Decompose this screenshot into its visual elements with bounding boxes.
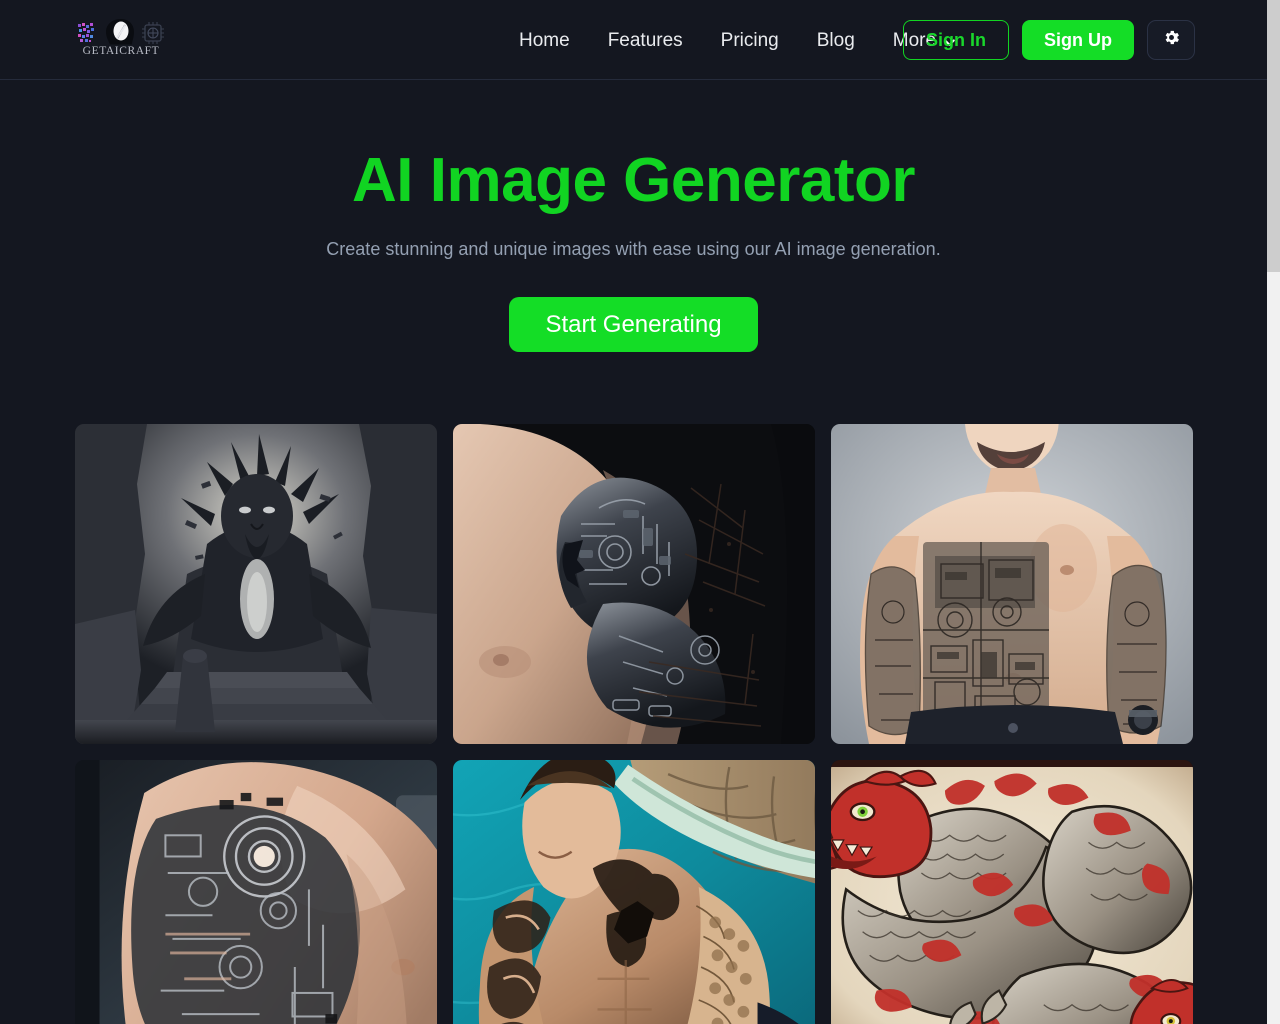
nav-home[interactable]: Home: [519, 31, 570, 50]
image-gallery: [75, 424, 1193, 1024]
gallery-image-gear-sleeve[interactable]: [75, 760, 437, 1024]
nav-pricing[interactable]: Pricing: [721, 31, 779, 50]
gallery-image-poolside-tribal[interactable]: [453, 760, 815, 1024]
page-viewport: GETAICRAFT Home Features Pricing Blog Mo…: [0, 0, 1267, 1024]
brand-name: GETAICRAFT: [82, 45, 160, 57]
site-header: GETAICRAFT Home Features Pricing Blog Mo…: [0, 0, 1267, 80]
page-title: AI Image Generator: [352, 146, 915, 215]
pixel-art-icon: [78, 23, 94, 42]
gallery-image-red-dragon[interactable]: [831, 760, 1193, 1024]
hero-section: AI Image Generator Create stunning and u…: [0, 80, 1267, 353]
sign-up-button[interactable]: Sign Up: [1022, 20, 1134, 60]
hero-subtitle: Create stunning and unique images with e…: [326, 239, 941, 260]
nav-blog-label: Blog: [816, 29, 855, 51]
nav-features[interactable]: Features: [608, 31, 683, 50]
gallery-image-mech-torso[interactable]: [831, 424, 1193, 745]
page-scrollbar[interactable]: [1267, 0, 1280, 1024]
primary-navigation: Home Features Pricing Blog More: [519, 0, 956, 80]
nav-features-label: Features: [607, 29, 683, 51]
nav-home-label: Home: [519, 29, 570, 51]
brand-logo[interactable]: GETAICRAFT: [75, 17, 167, 64]
nav-blog[interactable]: Blog: [817, 31, 855, 50]
hero-cta-wrapper: Start Generating: [0, 297, 1267, 353]
start-generating-button[interactable]: Start Generating: [509, 297, 758, 353]
gallery-image-biomech-shoulder[interactable]: [453, 424, 815, 745]
header-actions: Sign In Sign Up: [903, 0, 1195, 80]
settings-button[interactable]: [1147, 20, 1195, 60]
gear-icon: [1162, 28, 1181, 52]
gallery-image-colossus-temple[interactable]: [75, 424, 437, 745]
nav-pricing-label: Pricing: [720, 29, 779, 51]
sign-in-button[interactable]: Sign In: [903, 20, 1009, 60]
head-quill-icon: [106, 19, 134, 45]
page-scrollbar-thumb[interactable]: [1267, 0, 1280, 272]
circuit-brain-icon: [142, 22, 164, 44]
